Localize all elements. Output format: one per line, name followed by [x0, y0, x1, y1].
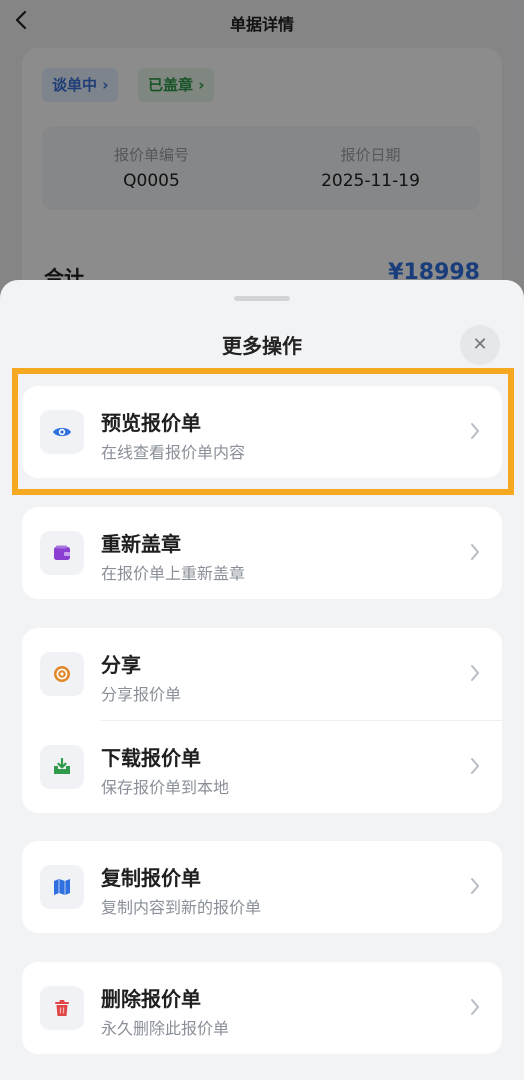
action-group-preview: 预览报价单 在线查看报价单内容 — [22, 386, 502, 478]
item-title: 复制报价单 — [101, 866, 201, 890]
chevron-right-icon — [471, 665, 479, 681]
trash-icon — [40, 986, 84, 1030]
action-group-stamp: 重新盖章 在报价单上重新盖章 — [22, 507, 502, 599]
delete-quote-item[interactable]: 删除报价单 永久删除此报价单 — [22, 962, 502, 1054]
item-subtitle: 在报价单上重新盖章 — [101, 564, 246, 583]
download-quote-item[interactable]: 下载报价单 保存报价单到本地 — [22, 721, 502, 813]
share-icon — [40, 652, 84, 696]
item-subtitle: 分享报价单 — [101, 685, 182, 704]
chevron-right-icon — [471, 999, 479, 1015]
item-title: 重新盖章 — [101, 532, 181, 556]
eye-icon — [40, 410, 84, 454]
item-subtitle: 永久删除此报价单 — [101, 1019, 230, 1038]
action-group-copy: 复制报价单 复制内容到新的报价单 — [22, 841, 502, 933]
copy-quote-item[interactable]: 复制报价单 复制内容到新的报价单 — [22, 841, 502, 933]
download-icon — [40, 745, 84, 789]
wallet-icon — [40, 531, 84, 575]
chevron-right-icon — [471, 758, 479, 774]
close-button[interactable]: ✕ — [460, 325, 500, 365]
item-title: 删除报价单 — [101, 987, 201, 1011]
restamp-item[interactable]: 重新盖章 在报价单上重新盖章 — [22, 507, 502, 599]
item-title: 分享 — [101, 653, 141, 677]
item-title: 预览报价单 — [101, 411, 201, 435]
chevron-right-icon — [471, 878, 479, 894]
map-icon — [40, 865, 84, 909]
chevron-right-icon — [471, 544, 479, 560]
action-group-delete: 删除报价单 永久删除此报价单 — [22, 962, 502, 1054]
share-item[interactable]: 分享 分享报价单 — [22, 628, 502, 720]
item-subtitle: 在线查看报价单内容 — [101, 443, 246, 462]
chevron-right-icon — [471, 423, 479, 439]
sheet-title: 更多操作 — [222, 334, 302, 358]
item-subtitle: 保存报价单到本地 — [101, 778, 230, 797]
item-subtitle: 复制内容到新的报价单 — [101, 898, 262, 917]
drag-handle[interactable] — [234, 296, 290, 301]
item-title: 下载报价单 — [101, 746, 201, 770]
preview-quote-item[interactable]: 预览报价单 在线查看报价单内容 — [22, 386, 502, 478]
action-group-share: 分享 分享报价单 下载报价单 保存报价单到本地 — [22, 628, 502, 813]
